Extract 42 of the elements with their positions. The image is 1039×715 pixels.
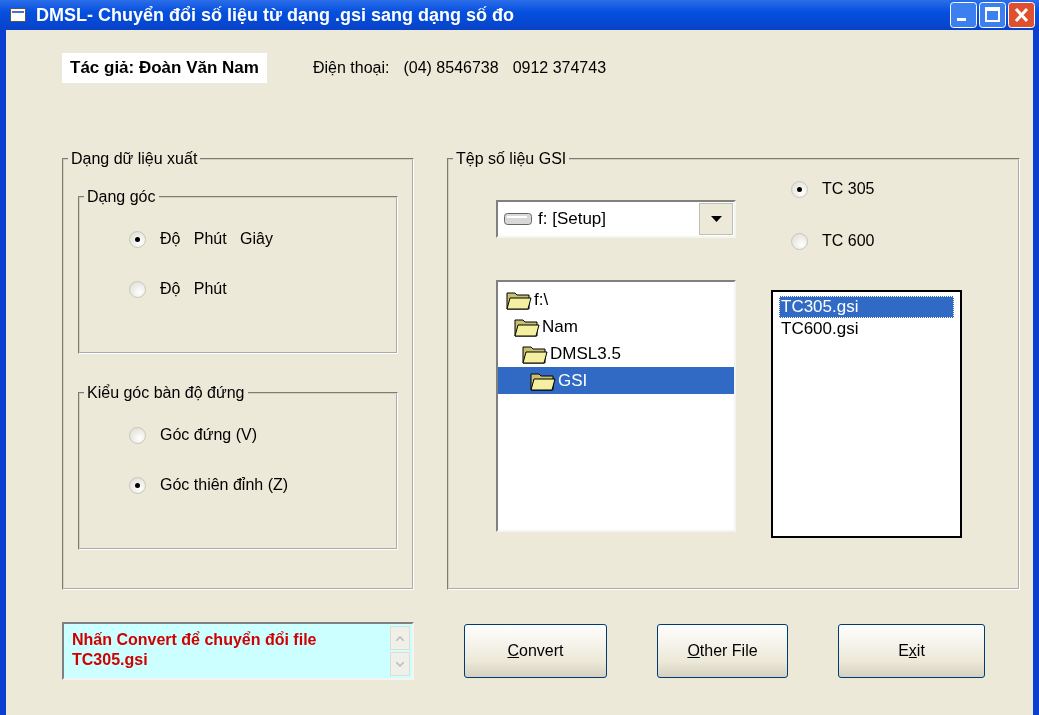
file-item[interactable]: TC600.gsi bbox=[779, 318, 954, 340]
phone-number: 0912 374743 bbox=[512, 59, 607, 77]
window-title: DMSL- Chuyển đổi số liệu từ dạng .gsi sang dạng số đo bbox=[36, 4, 516, 26]
close-icon[interactable] bbox=[1008, 2, 1035, 28]
app-icon bbox=[10, 8, 26, 22]
radio-button[interactable] bbox=[791, 232, 808, 250]
radio-label: Góc thiên đỉnh (Z) bbox=[160, 476, 289, 494]
drive-dropdown[interactable]: f: [Setup] bbox=[496, 200, 736, 238]
radio-button[interactable] bbox=[129, 476, 146, 494]
folder-item[interactable]: DMSL3.5 bbox=[498, 340, 734, 367]
folder-item[interactable]: f:\ bbox=[498, 286, 734, 313]
minimize-icon[interactable] bbox=[950, 2, 977, 28]
radio-label: TC 305 bbox=[822, 180, 875, 198]
file-list[interactable]: TC305.gsi TC600.gsi bbox=[771, 290, 962, 538]
radio-label: Độ Phút Giây bbox=[160, 230, 273, 248]
status-message: Nhấn Convert để chuyển đổi file TC305.gsi bbox=[71, 630, 318, 670]
group-title: Dạng dữ liệu xuất bbox=[70, 150, 199, 168]
radio-button[interactable] bbox=[129, 230, 146, 248]
chevron-down-icon bbox=[396, 661, 404, 667]
radio-label: Độ Phút bbox=[160, 280, 227, 298]
phone-label: Điện thoại: bbox=[312, 59, 390, 77]
radio-label: TC 600 bbox=[822, 232, 875, 250]
radio-label: Góc đứng (V) bbox=[160, 426, 257, 444]
push-button[interactable]: Exit bbox=[838, 624, 985, 678]
folder-list[interactable]: f:\ Nam DMSL3.5 GSI bbox=[496, 280, 736, 532]
radio-button[interactable] bbox=[129, 280, 146, 298]
caret-icon bbox=[710, 216, 722, 222]
group-title: Dạng góc bbox=[86, 188, 157, 206]
radio-button[interactable] bbox=[791, 180, 808, 198]
push-button[interactable]: Other File bbox=[657, 624, 788, 678]
push-button[interactable]: Convert bbox=[464, 624, 607, 678]
folder-item[interactable]: GSI bbox=[498, 367, 734, 394]
author-label: Tác giả: Đoàn Văn Nam bbox=[62, 53, 267, 83]
phone-number: (04) 8546738 bbox=[403, 59, 499, 77]
group-title: Kiểu góc bàn độ đứng bbox=[86, 384, 246, 402]
folder-item[interactable]: Nam bbox=[498, 313, 734, 340]
maximize-icon[interactable] bbox=[979, 2, 1006, 28]
drive-icon bbox=[504, 212, 532, 226]
radio-button[interactable] bbox=[129, 426, 146, 444]
group-title: Tệp số liệu GSI bbox=[455, 150, 568, 168]
chevron-up-icon bbox=[396, 635, 404, 641]
file-item[interactable]: TC305.gsi bbox=[779, 296, 954, 318]
